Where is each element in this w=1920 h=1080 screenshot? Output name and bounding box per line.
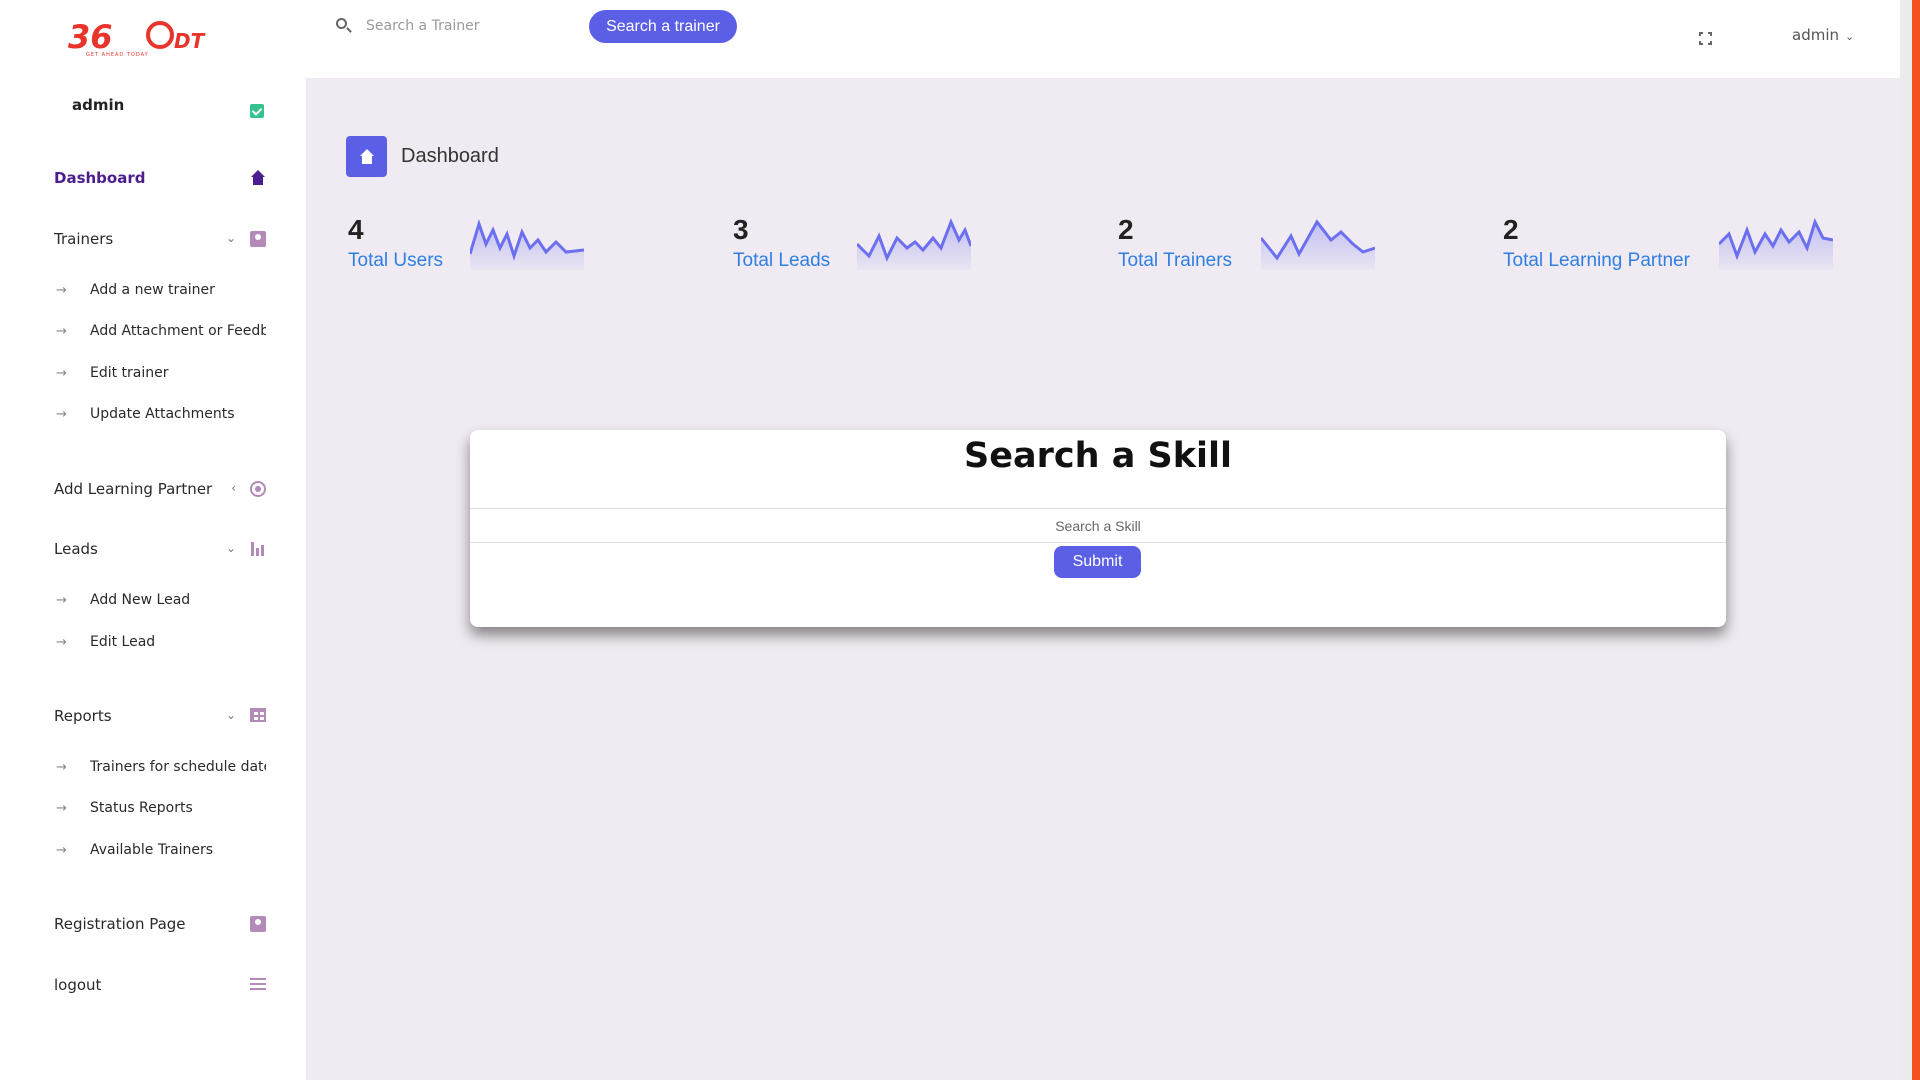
verified-check-icon (250, 104, 264, 118)
svg-text:GET AHEAD TODAY: GET AHEAD TODAY (86, 52, 149, 58)
page-title: Dashboard (401, 144, 499, 167)
sparkline-chart (470, 219, 584, 270)
sparkline-chart (1261, 219, 1375, 270)
arrow-right-icon: → (56, 634, 67, 650)
sidebar-subitem-label: Status Reports (90, 800, 193, 816)
sidebar-subitem-label: Update Attachments (90, 406, 235, 422)
sidebar-subitem-update-attachments[interactable]: → Update Attachments (56, 402, 266, 426)
sidebar-subitem-edit-trainer[interactable]: → Edit trainer (56, 361, 266, 385)
stat-label[interactable]: Total Learning Partner (1503, 250, 1690, 272)
top-bar: Search a trainer admin ⌄ (306, 0, 1920, 78)
sparkline-chart (857, 218, 971, 270)
svg-text:DT: DT (174, 29, 206, 53)
skill-search-title: Search a Skill (964, 436, 1232, 476)
stat-value: 3 (733, 214, 749, 245)
sidebar-item-label: Reports (54, 707, 112, 725)
sidebar-item-registration-page[interactable]: Registration Page (54, 910, 266, 938)
stat-value: 2 (1118, 214, 1134, 245)
sidebar-subitem-label: Edit trainer (90, 365, 169, 381)
submit-button[interactable]: Submit (1054, 546, 1141, 578)
contact-card-icon (250, 231, 266, 247)
sidebar-subitem-label: Add Attachment or Feedback (90, 323, 266, 339)
sidebar-subitem-add-trainer[interactable]: → Add a new trainer (56, 278, 266, 302)
chevron-down-icon: ⌄ (225, 708, 236, 722)
sidebar-item-label: Trainers (54, 230, 114, 248)
sidebar-item-label: Leads (54, 540, 98, 558)
sidebar-subitem-status-reports[interactable]: → Status Reports (56, 796, 266, 820)
sidebar-subitem-label: Available Trainers (90, 842, 214, 858)
sidebar-item-dashboard[interactable]: Dashboard (54, 164, 266, 192)
user-menu-label: admin (1792, 26, 1839, 44)
search-icon (336, 18, 347, 29)
search-trainer-button[interactable]: Search a trainer (589, 10, 737, 43)
sidebar-item-leads[interactable]: Leads ⌄ (54, 535, 266, 563)
arrow-right-icon: → (56, 365, 67, 381)
home-icon (250, 170, 266, 186)
sidebar-subitem-edit-lead[interactable]: → Edit Lead (56, 630, 266, 654)
list-icon (250, 977, 266, 993)
sidebar-item-label: Dashboard (54, 169, 146, 187)
sidebar-subitem-trainers-schedule[interactable]: → Trainers for schedule date (56, 755, 266, 779)
contact-card-icon (250, 916, 266, 932)
stat-value: 2 (1503, 214, 1519, 245)
sidebar-user: admin (72, 96, 272, 122)
sidebar: 36 DT GET AHEAD TODAY admin Dashboard Tr… (0, 0, 306, 1080)
chevron-left-icon: ‹ (231, 481, 236, 495)
arrow-right-icon: → (56, 592, 67, 608)
skill-search-input[interactable] (470, 508, 1726, 543)
sidebar-item-logout[interactable]: logout (54, 971, 266, 999)
stat-card-total-leads: 3 Total Leads (732, 214, 1052, 284)
chevron-down-icon: ⌄ (225, 541, 236, 555)
fullscreen-icon[interactable] (1699, 32, 1712, 45)
sidebar-subitem-label: Edit Lead (90, 634, 156, 650)
stat-card-total-learning-partner: 2 Total Learning Partner (1502, 214, 1833, 284)
window-edge (1912, 0, 1920, 1080)
chevron-down-icon: ⌄ (1845, 30, 1855, 43)
home-icon (359, 148, 375, 165)
bar-chart-icon (250, 541, 266, 557)
sidebar-subitem-label: Add New Lead (90, 592, 191, 608)
arrow-right-icon: → (56, 282, 67, 298)
trainer-search-input[interactable] (366, 12, 576, 40)
page-header: Dashboard (346, 135, 499, 177)
main-content: Dashboard 4 Total Users 3 Total Leads 2 … (306, 78, 1900, 1080)
stat-label[interactable]: Total Users (348, 250, 443, 272)
sidebar-subitem-available-trainers[interactable]: → Available Trainers (56, 838, 266, 862)
stat-label[interactable]: Total Leads (733, 250, 830, 272)
chevron-down-icon: ⌄ (225, 231, 236, 245)
sparkline-chart (1719, 218, 1833, 270)
home-tile[interactable] (346, 135, 387, 177)
arrow-right-icon: → (56, 406, 67, 422)
stat-label[interactable]: Total Trainers (1118, 250, 1232, 272)
sidebar-subitem-label: Add a new trainer (90, 282, 215, 298)
grid-icon (250, 708, 266, 724)
sidebar-item-add-learning-partner[interactable]: Add Learning Partner ‹ (54, 475, 266, 503)
sidebar-subitem-label: Trainers for schedule date (90, 759, 266, 775)
arrow-right-icon: → (56, 842, 67, 858)
stat-value: 4 (348, 214, 364, 245)
skill-search-card: Search a Skill Submit (470, 430, 1726, 627)
arrow-right-icon: → (56, 323, 67, 339)
sidebar-user-name: admin (72, 96, 125, 114)
stat-card-total-users: 4 Total Users (347, 214, 667, 284)
sidebar-subitem-add-new-lead[interactable]: → Add New Lead (56, 588, 266, 612)
sidebar-item-label: logout (54, 976, 102, 994)
stat-card-total-trainers: 2 Total Trainers (1117, 214, 1437, 284)
brand-logo[interactable]: 36 DT GET AHEAD TODAY (66, 18, 226, 58)
arrow-right-icon: → (56, 759, 67, 775)
sidebar-subitem-add-attachment[interactable]: → Add Attachment or Feedback (56, 319, 266, 343)
arrow-right-icon: → (56, 800, 67, 816)
sidebar-item-reports[interactable]: Reports ⌄ (54, 702, 266, 730)
sidebar-item-trainers[interactable]: Trainers ⌄ (54, 225, 266, 253)
user-menu[interactable]: admin ⌄ (1792, 26, 1854, 44)
target-icon (250, 481, 266, 497)
sidebar-item-label: Registration Page (54, 915, 186, 933)
svg-text:36: 36 (68, 18, 113, 56)
scrollbar-track[interactable] (1900, 0, 1912, 1080)
sidebar-item-label: Add Learning Partner (54, 480, 213, 498)
